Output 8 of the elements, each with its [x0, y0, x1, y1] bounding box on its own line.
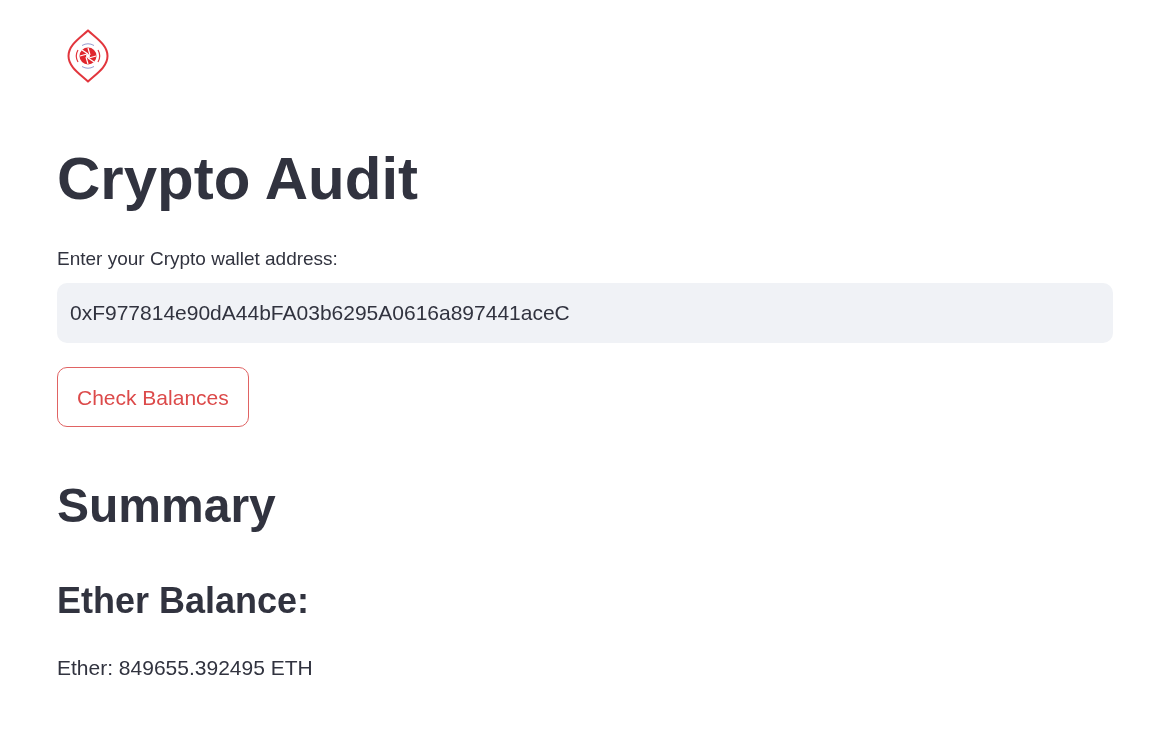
logo-icon [67, 29, 109, 83]
address-input[interactable]: 0xF977814e90dA44bFA03b6295A0616a897441aceC [57, 283, 1113, 343]
page-title: Crypto Audit [57, 149, 419, 209]
subsection-heading: Ether Balance: [57, 583, 310, 619]
field-label: Enter your Crypto wallet address: [57, 249, 338, 268]
section-heading: Summary [57, 482, 276, 530]
check-balances-button[interactable]: Check Balances [57, 367, 249, 427]
balance-text: Ether: 849655.392495 ETH [57, 657, 313, 678]
